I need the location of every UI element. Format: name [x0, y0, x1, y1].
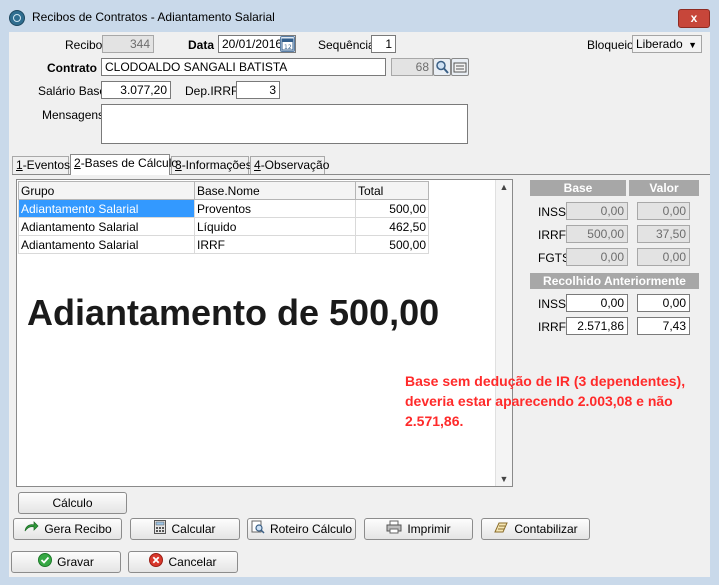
- table-row[interactable]: Adiantamento Salarial Proventos 500,00: [18, 199, 429, 218]
- close-button[interactable]: x: [678, 9, 710, 28]
- roteiro-calculo-label: Roteiro Cálculo: [269, 522, 353, 536]
- chevron-down-icon: ▼: [688, 40, 697, 50]
- tab-eventos[interactable]: 1-Eventos: [12, 156, 71, 174]
- cell-total: 500,00: [355, 235, 429, 254]
- tab-informacoes-label: -Informações: [181, 158, 252, 172]
- tab-bases-label: -Bases de Cálculo: [80, 156, 179, 170]
- cell-base-nome: IRRF: [194, 235, 356, 254]
- data-label: Data: [188, 38, 215, 52]
- r-irrf-base-field[interactable]: 2.571,86: [566, 317, 628, 335]
- table-row[interactable]: Adiantamento Salarial IRRF 500,00: [18, 235, 429, 254]
- col-grupo[interactable]: Grupo: [18, 181, 195, 200]
- roteiro-calculo-button[interactable]: Roteiro Cálculo: [247, 518, 356, 540]
- calcular-label: Calcular: [171, 522, 216, 536]
- valor-header: Valor: [629, 180, 699, 196]
- tab-bases-calculo[interactable]: 2-Bases de Cálculo: [70, 154, 178, 175]
- title-bar: Recibos de Contratos - Adiantamento Sala…: [0, 0, 719, 32]
- scroll-up-icon[interactable]: ▲: [496, 180, 512, 194]
- tab-eventos-label: -Eventos: [22, 158, 71, 172]
- base-header: Base: [530, 180, 626, 196]
- mensagens-textarea[interactable]: [101, 104, 468, 144]
- r-irrf-label: IRRF: [538, 320, 566, 334]
- annotation-big-text: Adiantamento de 500,00: [27, 292, 440, 333]
- col-total[interactable]: Total: [355, 181, 429, 200]
- cancelar-button[interactable]: Cancelar: [128, 551, 238, 573]
- r-inss-valor-field[interactable]: 0,00: [637, 294, 690, 312]
- inss-base-field: 0,00: [566, 202, 628, 220]
- tab-bases-key: 2: [74, 156, 81, 170]
- cell-base-nome: Líquido: [194, 217, 356, 236]
- contrato-code-field[interactable]: 68: [391, 58, 433, 76]
- magnifier-document-icon: [251, 520, 265, 540]
- depirrf-label: Dep.IRRF: [185, 84, 239, 98]
- imprimir-label: Imprimir: [407, 522, 451, 536]
- inss-label: INSS: [538, 205, 567, 219]
- recolhido-header: Recolhido Anteriormente: [530, 273, 699, 289]
- fgts-valor-field: 0,00: [637, 248, 690, 266]
- mensagens-label: Mensagens: [42, 108, 105, 122]
- bloqueio-value: Liberado: [636, 37, 683, 51]
- table-row[interactable]: Adiantamento Salarial Líquido 462,50: [18, 217, 429, 236]
- sequencia-field[interactable]: 1: [371, 35, 396, 53]
- contrato-field[interactable]: CLODOALDO SANGALI BATISTA: [101, 58, 386, 76]
- printer-icon: [386, 520, 402, 540]
- calculator-icon: [154, 519, 167, 540]
- cell-base-nome: Proventos: [194, 199, 356, 218]
- tab-eventos-key: 1: [16, 158, 23, 172]
- contabilizar-label: Contabilizar: [514, 522, 578, 536]
- window-client: Recibo 344 Data 20/01/2016 12 Sequência …: [9, 32, 710, 577]
- irrf-base-field: 500,00: [566, 225, 628, 243]
- sequencia-label: Sequência: [318, 38, 375, 52]
- app-icon: [9, 10, 25, 26]
- tab-observacao-key: 4: [254, 158, 261, 172]
- cell-grupo: Adiantamento Salarial: [18, 217, 195, 236]
- grid-scrollbar[interactable]: ▲ ▼: [495, 180, 512, 486]
- r-irrf-valor-field[interactable]: 7,43: [637, 317, 690, 335]
- recibo-field[interactable]: 344: [102, 35, 154, 53]
- calendar-icon[interactable]: 12: [280, 36, 295, 52]
- cancel-icon: [149, 552, 164, 573]
- cell-total: 500,00: [355, 199, 429, 218]
- salario-label: Salário Base: [38, 84, 107, 98]
- recibo-label: Recibo: [65, 38, 103, 52]
- annotation-note: Base sem dedução de IR (3 dependentes), …: [405, 373, 686, 429]
- calcular-button[interactable]: Calcular: [130, 518, 240, 540]
- window-title: Recibos de Contratos - Adiantamento Sala…: [32, 10, 275, 24]
- gravar-label: Gravar: [57, 555, 94, 569]
- r-inss-label: INSS: [538, 297, 567, 311]
- r-inss-base-field[interactable]: 0,00: [566, 294, 628, 312]
- cell-grupo: Adiantamento Salarial: [18, 235, 195, 254]
- bloqueio-label: Bloqueio: [587, 38, 634, 52]
- contrato-label: Contrato: [47, 61, 97, 75]
- imprimir-button[interactable]: Imprimir: [364, 518, 473, 540]
- gera-recibo-button[interactable]: Gera Recibo: [13, 518, 122, 540]
- inss-valor-field: 0,00: [637, 202, 690, 220]
- cancelar-label: Cancelar: [168, 555, 217, 569]
- svg-text:12: 12: [284, 44, 292, 51]
- irrf-label: IRRF: [538, 228, 566, 242]
- bloqueio-select[interactable]: Liberado ▼: [632, 35, 702, 53]
- tab-informacoes[interactable]: 3-Informações: [171, 156, 252, 174]
- search-icon[interactable]: [433, 58, 451, 76]
- fgts-base-field: 0,00: [566, 248, 628, 266]
- ledger-icon: [493, 520, 509, 540]
- gera-recibo-label: Gera Recibo: [44, 522, 112, 536]
- irrf-valor-field: 37,50: [637, 225, 690, 243]
- contabilizar-button[interactable]: Contabilizar: [481, 518, 590, 540]
- salario-field[interactable]: 3.077,20: [101, 81, 171, 99]
- depirrf-field[interactable]: 3: [236, 81, 280, 99]
- col-base-nome[interactable]: Base.Nome: [194, 181, 356, 200]
- calculo-button[interactable]: Cálculo: [18, 492, 127, 514]
- cell-total: 462,50: [355, 217, 429, 236]
- cell-grupo: Adiantamento Salarial: [18, 199, 195, 218]
- tab-observacao-label: -Observação: [260, 158, 330, 172]
- card-icon[interactable]: [451, 58, 469, 76]
- gravar-button[interactable]: Gravar: [11, 551, 121, 573]
- scroll-down-icon[interactable]: ▼: [496, 472, 512, 486]
- refresh-arrow-icon: [23, 520, 39, 540]
- check-icon: [38, 552, 53, 573]
- tab-observacao[interactable]: 4-Observação: [250, 156, 329, 174]
